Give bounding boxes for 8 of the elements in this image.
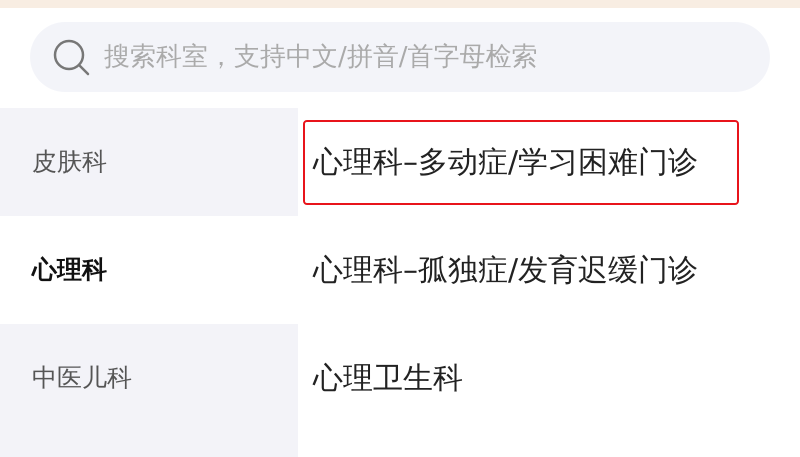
department-item[interactable]: 心理科–孤独症/发育迟缓门诊 (303, 228, 739, 312)
category-item[interactable]: 皮肤科 (0, 108, 298, 216)
search-input[interactable]: 搜索科室，支持中文/拼音/首字母检索 (104, 38, 770, 76)
department-item[interactable]: 心理科–多动症/学习困难门诊 (303, 120, 739, 204)
search-icon (52, 38, 90, 76)
department-item[interactable]: 心理卫生科 (303, 336, 739, 420)
category-item[interactable]: 中医儿科 (0, 324, 298, 432)
search-field[interactable]: 搜索科室，支持中文/拼音/首字母检索 (30, 22, 770, 92)
